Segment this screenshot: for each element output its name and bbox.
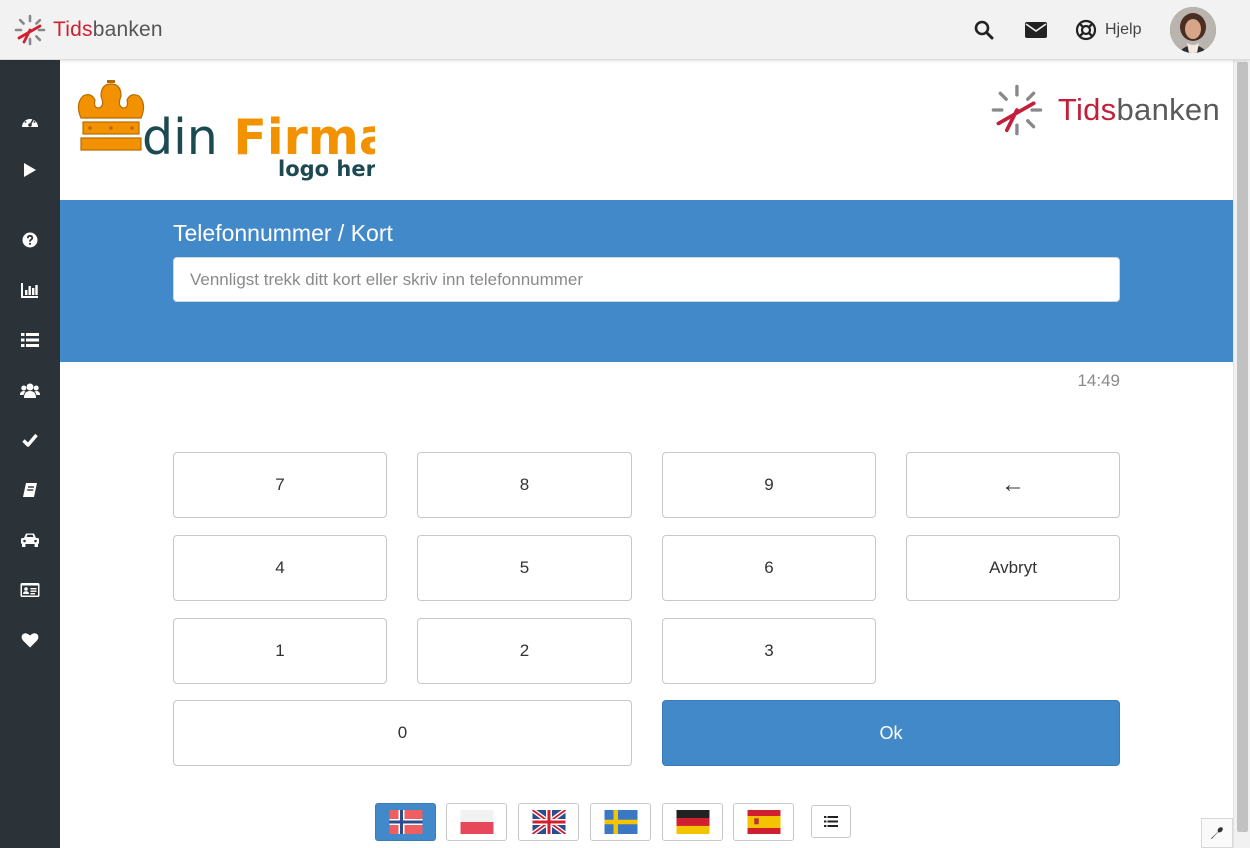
language-german[interactable] [662, 803, 723, 841]
users-icon[interactable] [15, 375, 45, 405]
more-languages-button[interactable] [811, 805, 851, 838]
check-icon[interactable] [15, 425, 45, 455]
envelope-icon[interactable] [1024, 18, 1048, 42]
key-7[interactable]: 7 [173, 452, 387, 518]
user-avatar[interactable] [1170, 7, 1216, 53]
list-icon[interactable] [15, 325, 45, 355]
question-icon[interactable] [15, 225, 45, 255]
language-swedish[interactable] [590, 803, 651, 841]
tidsbanken-clock-icon [991, 84, 1043, 136]
norway-flag [389, 810, 422, 834]
key-4[interactable]: 4 [173, 535, 387, 601]
car-icon[interactable] [15, 525, 45, 555]
company-logo-subtitle: logo her [278, 157, 375, 181]
backspace-button[interactable]: ← [906, 452, 1120, 518]
search-icon[interactable] [972, 18, 996, 42]
heart-icon[interactable] [15, 625, 45, 655]
bar-chart-icon[interactable] [15, 275, 45, 305]
top-bar: Tidsbanken Hjelp [0, 0, 1250, 60]
phone-card-input[interactable] [173, 257, 1120, 302]
id-card-icon[interactable] [15, 575, 45, 605]
language-english[interactable] [518, 803, 579, 841]
tidsbanken-clock-icon [14, 14, 46, 46]
clock-time: 14:49 [1077, 371, 1120, 390]
key-0[interactable]: 0 [173, 700, 632, 766]
phone-card-label: Telefonnummer / Kort [173, 220, 393, 246]
wrench-icon[interactable] [1201, 818, 1233, 848]
life-ring-icon [1075, 19, 1097, 41]
key-6[interactable]: 6 [662, 535, 876, 601]
ok-button[interactable]: Ok [662, 700, 1120, 766]
uk-flag [530, 810, 567, 834]
sweden-flag [604, 810, 637, 834]
company-logo: din Firma logo her [75, 78, 392, 186]
cancel-button[interactable]: Avbryt [906, 535, 1120, 601]
sidebar [0, 60, 60, 848]
germany-flag [676, 810, 709, 834]
brand-logo[interactable]: Tidsbanken [14, 13, 163, 47]
language-norwegian[interactable] [375, 803, 436, 841]
key-5[interactable]: 5 [417, 535, 632, 601]
key-2[interactable]: 2 [417, 618, 632, 684]
help-label: Hjelp [1105, 21, 1142, 38]
play-icon[interactable] [15, 155, 45, 185]
poland-flag [460, 810, 493, 834]
language-polish[interactable] [446, 803, 507, 841]
tidsbanken-logo: Tidsbanken [990, 80, 1220, 140]
vertical-scrollbar[interactable] [1233, 60, 1250, 848]
dashboard-icon[interactable] [15, 106, 45, 136]
scrollbar-thumb[interactable] [1237, 62, 1248, 832]
tids-logo-part2: banken [1116, 92, 1220, 127]
book-icon[interactable] [15, 475, 45, 505]
tidsbanken-logo-text: Tidsbanken [1058, 92, 1220, 128]
login-panel: Telefonnummer / Kort [60, 200, 1233, 362]
language-spanish[interactable] [733, 803, 794, 841]
key-9[interactable]: 9 [662, 452, 876, 518]
tids-logo-part1: Tids [1057, 92, 1117, 127]
brand-name-part2: banken [92, 18, 163, 41]
key-1[interactable]: 1 [173, 618, 387, 684]
spain-flag [747, 810, 780, 834]
company-name-part1: din [142, 109, 218, 166]
brand-name: Tidsbanken [53, 18, 163, 42]
brand-name-part1: Tids [53, 18, 93, 41]
key-8[interactable]: 8 [417, 452, 632, 518]
list-icon [824, 816, 838, 827]
key-3[interactable]: 3 [662, 618, 876, 684]
help-link[interactable]: Hjelp [1075, 18, 1141, 42]
